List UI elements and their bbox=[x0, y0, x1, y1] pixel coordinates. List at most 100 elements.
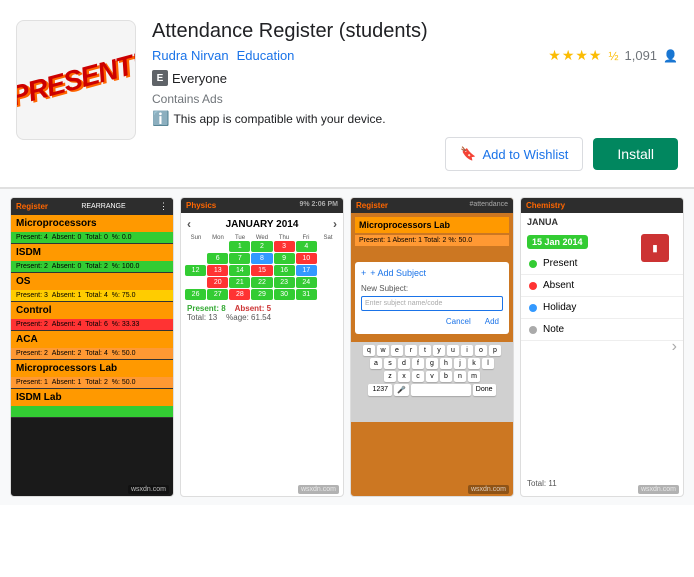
cal-cell-30[interactable]: 30 bbox=[274, 289, 295, 300]
subject-name-7: ISDM Lab bbox=[11, 389, 173, 406]
cal-cell-9[interactable]: 9 bbox=[274, 253, 295, 264]
kb-s[interactable]: s bbox=[384, 358, 396, 369]
cal-cell-4[interactable]: 4 bbox=[296, 241, 317, 252]
cal-next[interactable]: › bbox=[333, 217, 337, 231]
screenshot-2: Physics 9% 2:06 PM ‹ JANUARY 2014 › Sun … bbox=[180, 197, 344, 497]
kb-r[interactable]: r bbox=[405, 345, 417, 356]
kb-x[interactable]: x bbox=[398, 371, 410, 382]
watermark-2: wsxdn.com bbox=[298, 485, 339, 494]
cal-cell-31[interactable]: 31 bbox=[296, 289, 317, 300]
cal-cell-14[interactable]: 14 bbox=[229, 265, 250, 276]
kb-h[interactable]: h bbox=[440, 358, 452, 369]
cal-cell-8[interactable]: 8 bbox=[251, 253, 272, 264]
ss2-status: 9% 2:06 PM bbox=[299, 201, 338, 208]
kb-a[interactable]: a bbox=[370, 358, 382, 369]
subject-control: Control Present: 2 Absent: 4 Total: 6 %:… bbox=[11, 302, 173, 331]
cal-cell-23[interactable]: 23 bbox=[274, 277, 295, 288]
cal-cell bbox=[318, 265, 339, 276]
cal-cell-22[interactable]: 22 bbox=[251, 277, 272, 288]
plus-icon: + bbox=[361, 268, 366, 278]
kb-n[interactable]: n bbox=[454, 371, 466, 382]
subject-stats-6: Present: 1 Absent: 1 Total: 2 %: 50.0 bbox=[11, 377, 173, 388]
cal-summary: Present: 8 Absent: 5 Total: 13 %age: 61.… bbox=[181, 300, 343, 326]
cal-cell-26[interactable]: 26 bbox=[185, 289, 206, 300]
subject-isdmlab: ISDM Lab bbox=[11, 389, 173, 418]
kb-i[interactable]: i bbox=[461, 345, 473, 356]
month-item-absent[interactable]: Absent bbox=[521, 275, 683, 297]
cal-cell-1[interactable]: 1 bbox=[229, 241, 250, 252]
kb-b[interactable]: b bbox=[440, 371, 452, 382]
cal-cell-2[interactable]: 2 bbox=[251, 241, 272, 252]
screenshot-1: Register REARRANGE ⋮ Microprocessors Pre… bbox=[10, 197, 174, 497]
new-subject-input-display[interactable]: Enter subject name/code bbox=[361, 296, 503, 311]
add-subject-header: + + Add Subject bbox=[361, 268, 503, 278]
cal-cell-13[interactable]: 13 bbox=[207, 265, 228, 276]
subject-name-2: ISDM bbox=[11, 244, 173, 261]
subject-stats-2: Present: 2 Absent: 0 Total: 2 %: 100.0 bbox=[11, 261, 173, 272]
ss3-header: Register #attendance bbox=[351, 198, 513, 213]
ss3-subject-stats: Present: 1 Absent: 1 Total: 2 %: 50.0 bbox=[355, 235, 509, 246]
subject-name-5: ACA bbox=[11, 331, 173, 348]
kb-q[interactable]: q bbox=[363, 345, 375, 356]
cal-prev[interactable]: ‹ bbox=[187, 217, 191, 231]
kb-l[interactable]: l bbox=[482, 358, 494, 369]
kb-g[interactable]: g bbox=[426, 358, 438, 369]
chevron-right-icon[interactable]: › bbox=[672, 338, 677, 356]
kb-e[interactable]: e bbox=[391, 345, 403, 356]
cal-cell-6[interactable]: 6 bbox=[207, 253, 228, 264]
kb-y[interactable]: y bbox=[433, 345, 445, 356]
cal-cell-7[interactable]: 7 bbox=[229, 253, 250, 264]
dot-note bbox=[529, 326, 537, 334]
kb-w[interactable]: w bbox=[377, 345, 389, 356]
cal-cell-24[interactable]: 24 bbox=[296, 277, 317, 288]
kb-t[interactable]: t bbox=[419, 345, 431, 356]
everyone-badge: E Everyone bbox=[152, 70, 678, 86]
cal-cell-15[interactable]: 15 bbox=[251, 265, 272, 276]
developer-link[interactable]: Rudra Nirvan bbox=[152, 48, 229, 63]
cal-cell-21[interactable]: 21 bbox=[229, 277, 250, 288]
kb-j[interactable]: j bbox=[454, 358, 466, 369]
cal-cell-3[interactable]: 3 bbox=[274, 241, 295, 252]
kb-c[interactable]: c bbox=[412, 371, 424, 382]
add-button[interactable]: Add bbox=[481, 315, 503, 328]
watermark-4: wsxdn.com bbox=[638, 485, 679, 494]
kb-f[interactable]: f bbox=[412, 358, 424, 369]
install-button[interactable]: Install bbox=[593, 138, 678, 170]
cal-cell-29[interactable]: 29 bbox=[251, 289, 272, 300]
month-item-note[interactable]: Note bbox=[521, 319, 683, 341]
cal-cell-10[interactable]: 10 bbox=[296, 253, 317, 264]
cancel-button[interactable]: Cancel bbox=[442, 315, 475, 328]
kb-space[interactable] bbox=[411, 384, 471, 396]
subject-name-1: Microprocessors bbox=[11, 215, 173, 232]
wishlist-button[interactable]: 🔖 Add to Wishlist bbox=[445, 137, 583, 171]
category-link[interactable]: Education bbox=[237, 48, 295, 63]
cal-cell-12[interactable]: 12 bbox=[185, 265, 206, 276]
kb-m[interactable]: m bbox=[468, 371, 480, 382]
cal-cell-28[interactable]: 28 bbox=[229, 289, 250, 300]
cal-cell-17[interactable]: 17 bbox=[296, 265, 317, 276]
action-buttons: 🔖 Add to Wishlist Install bbox=[152, 137, 678, 171]
kb-row-1: q w e r t y u i o p bbox=[354, 345, 510, 356]
kb-z[interactable]: z bbox=[384, 371, 396, 382]
kb-p[interactable]: p bbox=[489, 345, 501, 356]
dot-absent bbox=[529, 282, 537, 290]
kb-u[interactable]: u bbox=[447, 345, 459, 356]
subject-aca: ACA Present: 2 Absent: 2 Total: 4 %: 50.… bbox=[11, 331, 173, 360]
ss3-subject-name: Microprocessors Lab bbox=[355, 217, 509, 233]
compatible-row: ℹ️ This app is compatible with your devi… bbox=[152, 110, 678, 127]
cal-present: Present: 8 bbox=[187, 304, 226, 313]
cal-cell-16[interactable]: 16 bbox=[274, 265, 295, 276]
kb-v[interactable]: v bbox=[426, 371, 438, 382]
kb-done[interactable]: Done bbox=[473, 384, 496, 396]
month-item-holiday[interactable]: Holiday bbox=[521, 297, 683, 319]
ss4-header: Chemistry bbox=[521, 198, 683, 213]
kb-123[interactable]: 1237 bbox=[368, 384, 392, 396]
add-subject-label: + Add Subject bbox=[370, 268, 426, 278]
cal-cell-20[interactable]: 20 bbox=[207, 277, 228, 288]
everyone-icon: E bbox=[152, 70, 168, 86]
kb-k[interactable]: k bbox=[468, 358, 480, 369]
kb-d[interactable]: d bbox=[398, 358, 410, 369]
cal-cell-27[interactable]: 27 bbox=[207, 289, 228, 300]
kb-o[interactable]: o bbox=[475, 345, 487, 356]
kb-mic[interactable]: 🎤 bbox=[394, 384, 409, 396]
